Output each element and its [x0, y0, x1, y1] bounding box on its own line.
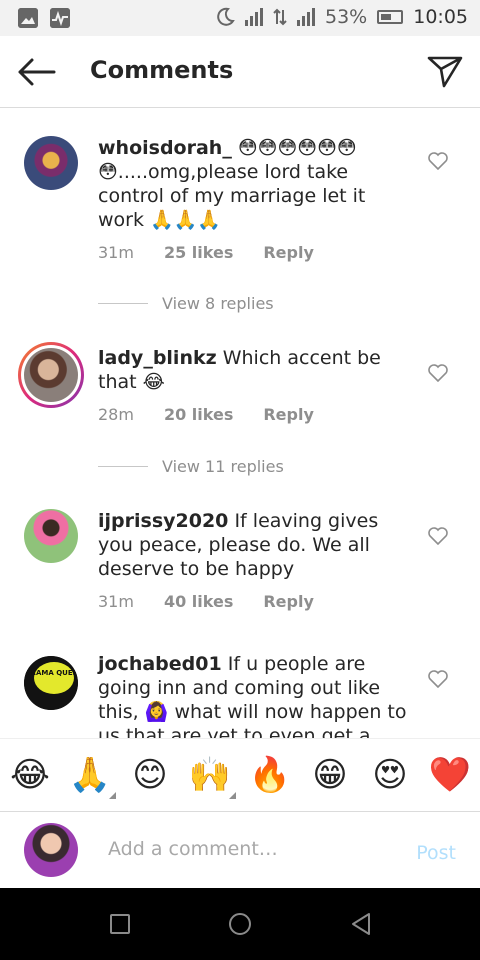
view-replies-label[interactable]: View 11 replies — [162, 457, 284, 476]
reply-button[interactable]: Reply — [263, 405, 314, 424]
emoji-fire[interactable]: 🔥 — [248, 753, 292, 797]
comment-username[interactable]: ijprissy2020 — [98, 510, 228, 532]
home-icon[interactable] — [229, 913, 251, 935]
reply-button[interactable]: Reply — [263, 243, 314, 262]
current-user-avatar — [24, 823, 78, 877]
pulse-icon — [50, 8, 70, 28]
heart-icon[interactable] — [428, 670, 448, 688]
comment-time: 28m — [98, 405, 134, 424]
clock: 10:05 — [413, 6, 468, 28]
comment-item: DRAMA QUEEN jochabed01 If u people are g… — [0, 652, 480, 738]
send-direct-icon[interactable] — [426, 52, 464, 90]
divider — [98, 466, 148, 467]
comment-username[interactable]: jochabed01 — [98, 653, 222, 675]
avatar-text: DRAMA QUEEN — [25, 669, 78, 677]
post-button[interactable]: Post — [416, 842, 456, 864]
heart-icon[interactable] — [428, 527, 448, 545]
signal-2-icon — [297, 8, 315, 26]
emoji-smiling[interactable]: 😊 — [128, 753, 172, 797]
reply-button[interactable]: Reply — [263, 592, 314, 611]
avatar[interactable] — [24, 136, 78, 190]
view-replies-label[interactable]: View 8 replies — [162, 294, 274, 313]
avatar[interactable]: DRAMA QUEEN — [24, 656, 78, 710]
status-bar: 53% 10:05 — [0, 0, 480, 36]
emoji-tears-of-joy[interactable]: 😂 — [8, 753, 52, 797]
emoji-folded-hands[interactable]: 🙏 — [68, 753, 116, 799]
comment-likes[interactable]: 40 likes — [164, 592, 233, 611]
data-arrows-icon — [273, 8, 287, 26]
header: Comments — [0, 36, 480, 108]
emoji-grinning[interactable]: 😁 — [308, 753, 352, 797]
emoji-raised-hands[interactable]: 🙌 — [188, 753, 236, 799]
signal-icon — [245, 8, 263, 26]
divider — [98, 303, 148, 304]
comment-input[interactable]: Add a comment… — [108, 838, 278, 860]
comment-time: 31m — [98, 592, 134, 611]
view-replies[interactable]: View 8 replies — [98, 294, 274, 313]
comment-likes[interactable]: 20 likes — [164, 405, 233, 424]
system-nav-bar — [0, 888, 480, 960]
heart-icon[interactable] — [428, 364, 448, 382]
emoji-heart-eyes[interactable]: 😍 — [368, 753, 412, 797]
comment-input-bar: Add a comment… Post — [0, 812, 480, 888]
emoji-quick-bar: 😂 🙏 😊 🙌 🔥 😁 😍 ❤️ — [0, 738, 480, 812]
back-arrow-icon[interactable] — [14, 54, 58, 90]
recents-icon[interactable] — [110, 914, 130, 934]
view-replies[interactable]: View 11 replies — [98, 457, 284, 476]
avatar[interactable] — [24, 509, 78, 563]
story-ring-avatar[interactable] — [18, 342, 84, 408]
comment-time: 31m — [98, 243, 134, 262]
heart-icon[interactable] — [428, 152, 448, 170]
comment-likes[interactable]: 25 likes — [164, 243, 233, 262]
emoji-red-heart[interactable]: ❤️ — [428, 753, 472, 797]
battery-percent: 53% — [325, 6, 368, 28]
moon-icon — [217, 7, 235, 26]
page-title: Comments — [90, 56, 234, 84]
gallery-icon — [18, 8, 38, 28]
back-icon[interactable] — [350, 912, 372, 936]
battery-icon — [377, 10, 404, 24]
comment-username[interactable]: whoisdorah_ — [98, 137, 232, 159]
comment-username[interactable]: lady_blinkz — [98, 347, 217, 369]
